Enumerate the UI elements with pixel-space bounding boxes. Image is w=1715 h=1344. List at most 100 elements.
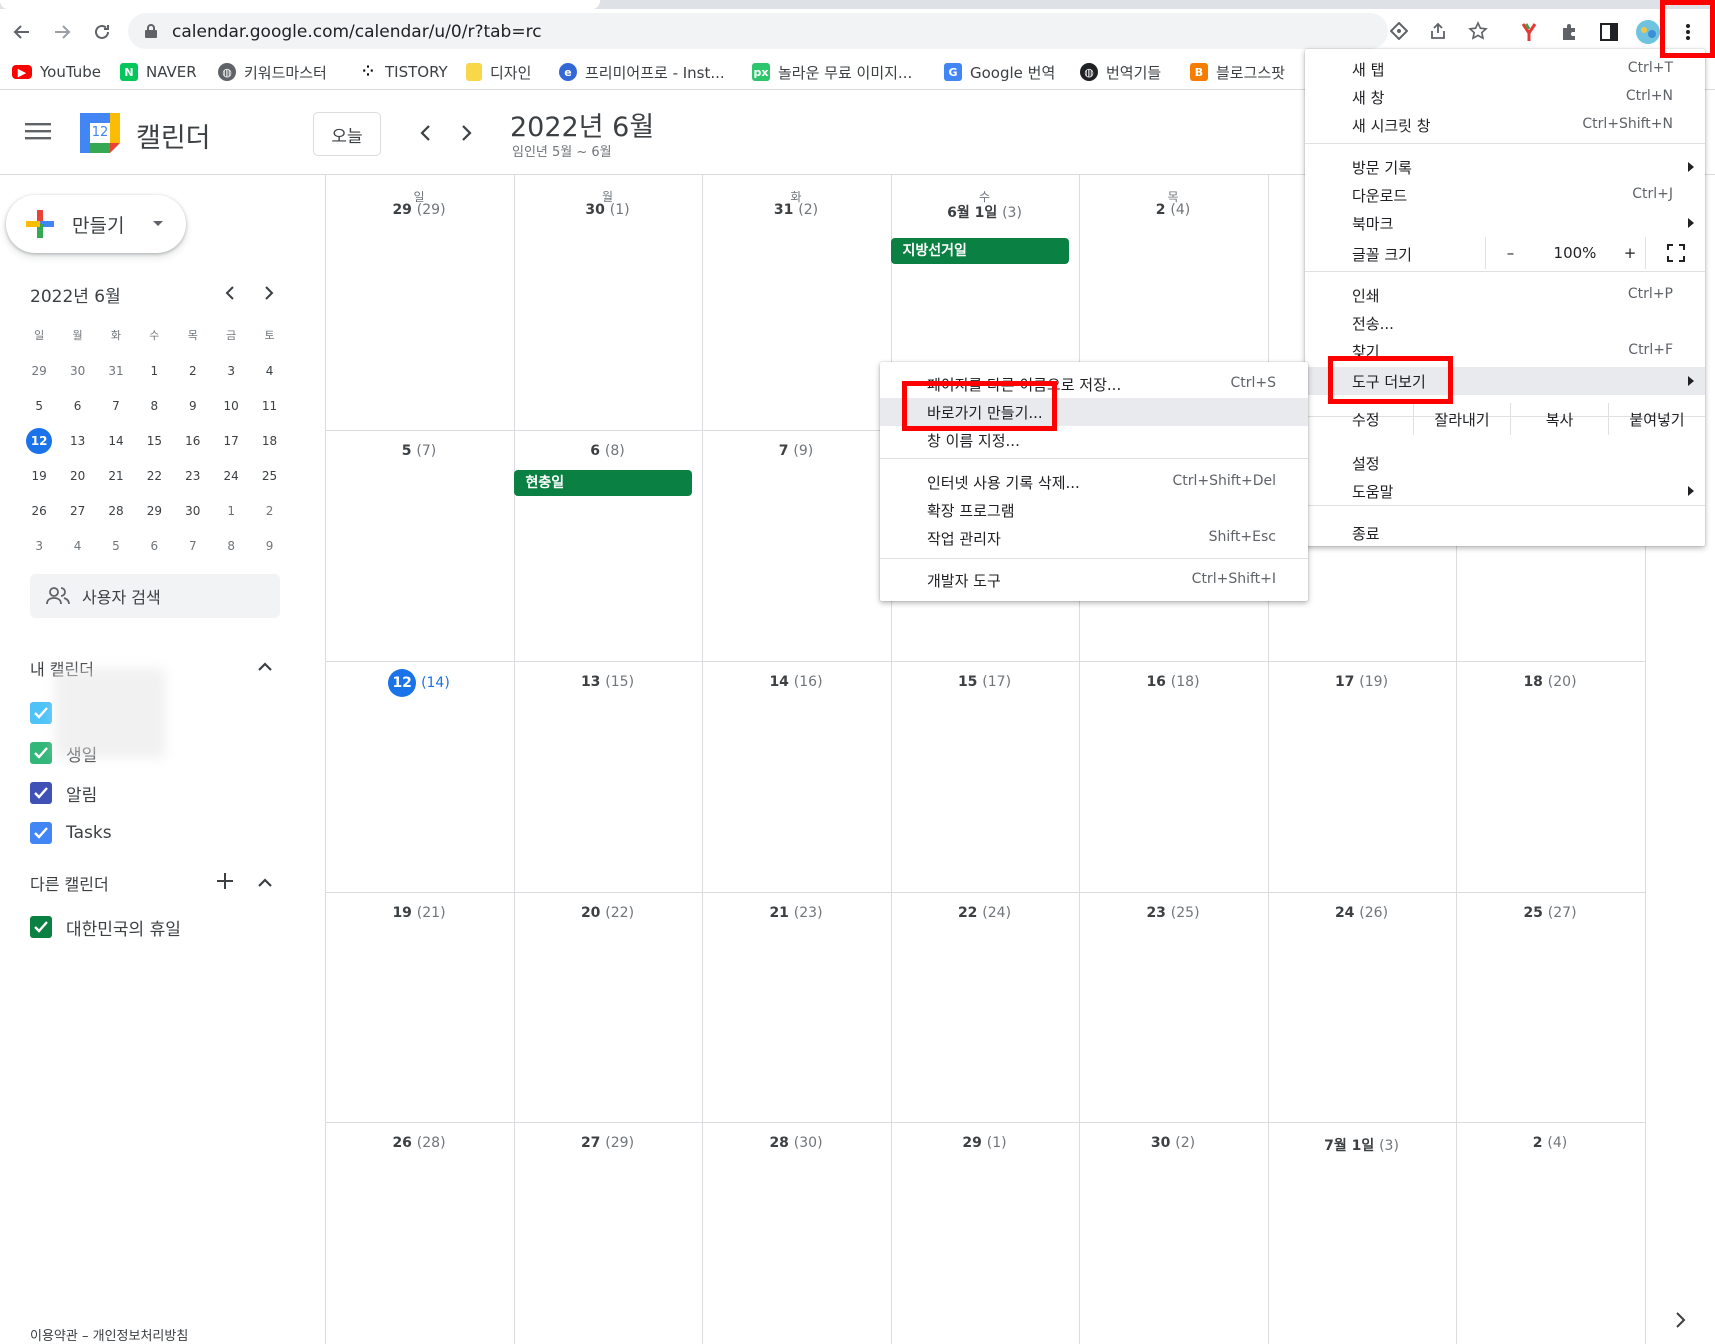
- paste-button[interactable]: 붙여넣기: [1608, 403, 1705, 435]
- calendar-list-item[interactable]: 알림: [30, 781, 97, 806]
- zoom-out-button[interactable]: –: [1485, 237, 1535, 269]
- mini-day[interactable]: 6: [135, 533, 173, 559]
- day-cell[interactable]: 30 (2): [1079, 1135, 1267, 1151]
- mini-day[interactable]: 8: [135, 393, 173, 419]
- menu-cast[interactable]: 전송...: [1305, 309, 1705, 337]
- menu-new-window[interactable]: 새 창 Ctrl+N: [1305, 83, 1705, 111]
- address-bar[interactable]: calendar.google.com/calendar/u/0/r?tab=r…: [128, 13, 1488, 49]
- mini-day[interactable]: 19: [20, 463, 58, 489]
- other-calendars-title[interactable]: 다른 캘린더: [30, 871, 109, 895]
- zoom-in-button[interactable]: +: [1615, 237, 1645, 269]
- chevron-up-icon[interactable]: [257, 660, 273, 672]
- mini-day[interactable]: 25: [250, 463, 288, 489]
- cut-button[interactable]: 잘라내기: [1413, 403, 1510, 435]
- submenu-task-manager[interactable]: 작업 관리자 Shift+Esc: [880, 524, 1308, 552]
- mini-day[interactable]: 11: [250, 393, 288, 419]
- side-panel-icon[interactable]: [1597, 20, 1621, 44]
- day-cell[interactable]: 28 (30): [702, 1135, 890, 1151]
- back-button[interactable]: [9, 19, 35, 45]
- day-cell[interactable]: 22 (24): [891, 905, 1079, 921]
- mini-day[interactable]: 31: [97, 358, 135, 384]
- mini-day[interactable]: 22: [135, 463, 173, 489]
- mini-day[interactable]: 7: [97, 393, 135, 419]
- mini-day[interactable]: 8: [212, 533, 250, 559]
- url-text[interactable]: calendar.google.com/calendar/u/0/r?tab=r…: [172, 22, 542, 42]
- mini-day[interactable]: 18: [250, 428, 288, 454]
- today-button[interactable]: 오늘: [313, 112, 381, 156]
- bookmark-google-translate[interactable]: G Google 번역: [944, 61, 1055, 83]
- day-cell[interactable]: 14 (16): [702, 674, 890, 690]
- checkbox-checked-icon[interactable]: [30, 702, 52, 724]
- menu-history[interactable]: 방문 기록: [1305, 153, 1705, 181]
- checkbox-checked-icon[interactable]: [30, 822, 52, 844]
- people-search-field[interactable]: 사용자 검색: [30, 574, 280, 618]
- main-menu-button[interactable]: [25, 121, 51, 141]
- mini-day[interactable]: 30: [174, 498, 212, 524]
- day-cell[interactable]: 5 (7): [325, 443, 513, 459]
- day-cell[interactable]: 31 (2): [702, 202, 890, 218]
- mini-day[interactable]: 21: [97, 463, 135, 489]
- mini-day[interactable]: 14: [97, 428, 135, 454]
- mini-day[interactable]: 5: [97, 533, 135, 559]
- menu-help[interactable]: 도움말: [1305, 477, 1705, 505]
- mini-day[interactable]: 30: [58, 358, 96, 384]
- day-cell-today[interactable]: 12 (14): [325, 669, 513, 697]
- day-cell[interactable]: 2 (4): [1456, 1135, 1644, 1151]
- mini-day[interactable]: 26: [20, 498, 58, 524]
- menu-settings[interactable]: 설정: [1305, 449, 1705, 477]
- star-icon[interactable]: [1468, 21, 1488, 41]
- mini-day[interactable]: 29: [135, 498, 173, 524]
- day-cell[interactable]: 20 (22): [514, 905, 702, 921]
- day-cell[interactable]: 30 (1): [514, 202, 702, 218]
- day-cell[interactable]: 27 (29): [514, 1135, 702, 1151]
- add-calendar-icon[interactable]: [216, 872, 234, 890]
- profile-avatar[interactable]: [1634, 20, 1662, 44]
- create-button[interactable]: 만들기: [6, 195, 186, 253]
- day-cell[interactable]: 18 (20): [1456, 674, 1644, 690]
- submenu-developer-tools[interactable]: 개발자 도구 Ctrl+Shift+I: [880, 566, 1308, 594]
- day-cell[interactable]: 25 (27): [1456, 905, 1644, 921]
- chevron-right-icon[interactable]: [1670, 1310, 1690, 1330]
- mini-day[interactable]: 4: [58, 533, 96, 559]
- day-cell[interactable]: 21 (23): [702, 905, 890, 921]
- day-cell[interactable]: 23 (25): [1079, 905, 1267, 921]
- day-cell[interactable]: 24 (26): [1268, 905, 1456, 921]
- mini-day-selected[interactable]: 12: [20, 427, 58, 454]
- menu-new-tab[interactable]: 새 탭 Ctrl+T: [1305, 55, 1705, 83]
- reload-button[interactable]: [89, 19, 115, 45]
- day-cell[interactable]: 17 (19): [1268, 674, 1456, 690]
- bookmark-tistory[interactable]: ⁘ TISTORY: [359, 61, 448, 83]
- menu-new-incognito[interactable]: 새 시크릿 창 Ctrl+Shift+N: [1305, 111, 1705, 139]
- mini-day[interactable]: 2: [174, 358, 212, 384]
- day-cell[interactable]: 29 (29): [325, 202, 513, 218]
- mini-day[interactable]: 6: [58, 393, 96, 419]
- submenu-extensions[interactable]: 확장 프로그램: [880, 496, 1308, 524]
- next-month-button[interactable]: [455, 122, 477, 144]
- submenu-clear-browsing-data[interactable]: 인터넷 사용 기록 삭제... Ctrl+Shift+Del: [880, 468, 1308, 496]
- prev-month-button[interactable]: [415, 122, 437, 144]
- day-cell[interactable]: 7월 1일 (3): [1268, 1135, 1456, 1155]
- checkbox-checked-icon[interactable]: [30, 742, 52, 764]
- browser-tab[interactable]: [0, 0, 600, 9]
- mini-day[interactable]: 1: [212, 498, 250, 524]
- mini-day[interactable]: 29: [20, 358, 58, 384]
- day-cell[interactable]: 16 (18): [1079, 674, 1267, 690]
- day-cell[interactable]: 26 (28): [325, 1135, 513, 1151]
- mini-day[interactable]: 28: [97, 498, 135, 524]
- mini-day[interactable]: 15: [135, 428, 173, 454]
- mini-day[interactable]: 9: [250, 533, 288, 559]
- menu-exit[interactable]: 종료: [1305, 519, 1705, 547]
- mini-day[interactable]: 13: [58, 428, 96, 454]
- mini-day[interactable]: 17: [212, 428, 250, 454]
- mini-day[interactable]: 20: [58, 463, 96, 489]
- mini-day[interactable]: 2: [250, 498, 288, 524]
- browser-tab-inactive[interactable]: [905, 0, 1715, 9]
- bookmark-naver[interactable]: N NAVER: [120, 61, 197, 83]
- bookmark-premiere[interactable]: e 프리미어프로 - Inst...: [559, 61, 725, 83]
- chevron-up-icon[interactable]: [257, 876, 273, 888]
- mini-next-button[interactable]: [259, 284, 277, 302]
- copy-button[interactable]: 복사: [1510, 403, 1608, 435]
- day-cell[interactable]: 15 (17): [891, 674, 1079, 690]
- mini-day[interactable]: 4: [250, 358, 288, 384]
- menu-downloads[interactable]: 다운로드 Ctrl+J: [1305, 181, 1705, 209]
